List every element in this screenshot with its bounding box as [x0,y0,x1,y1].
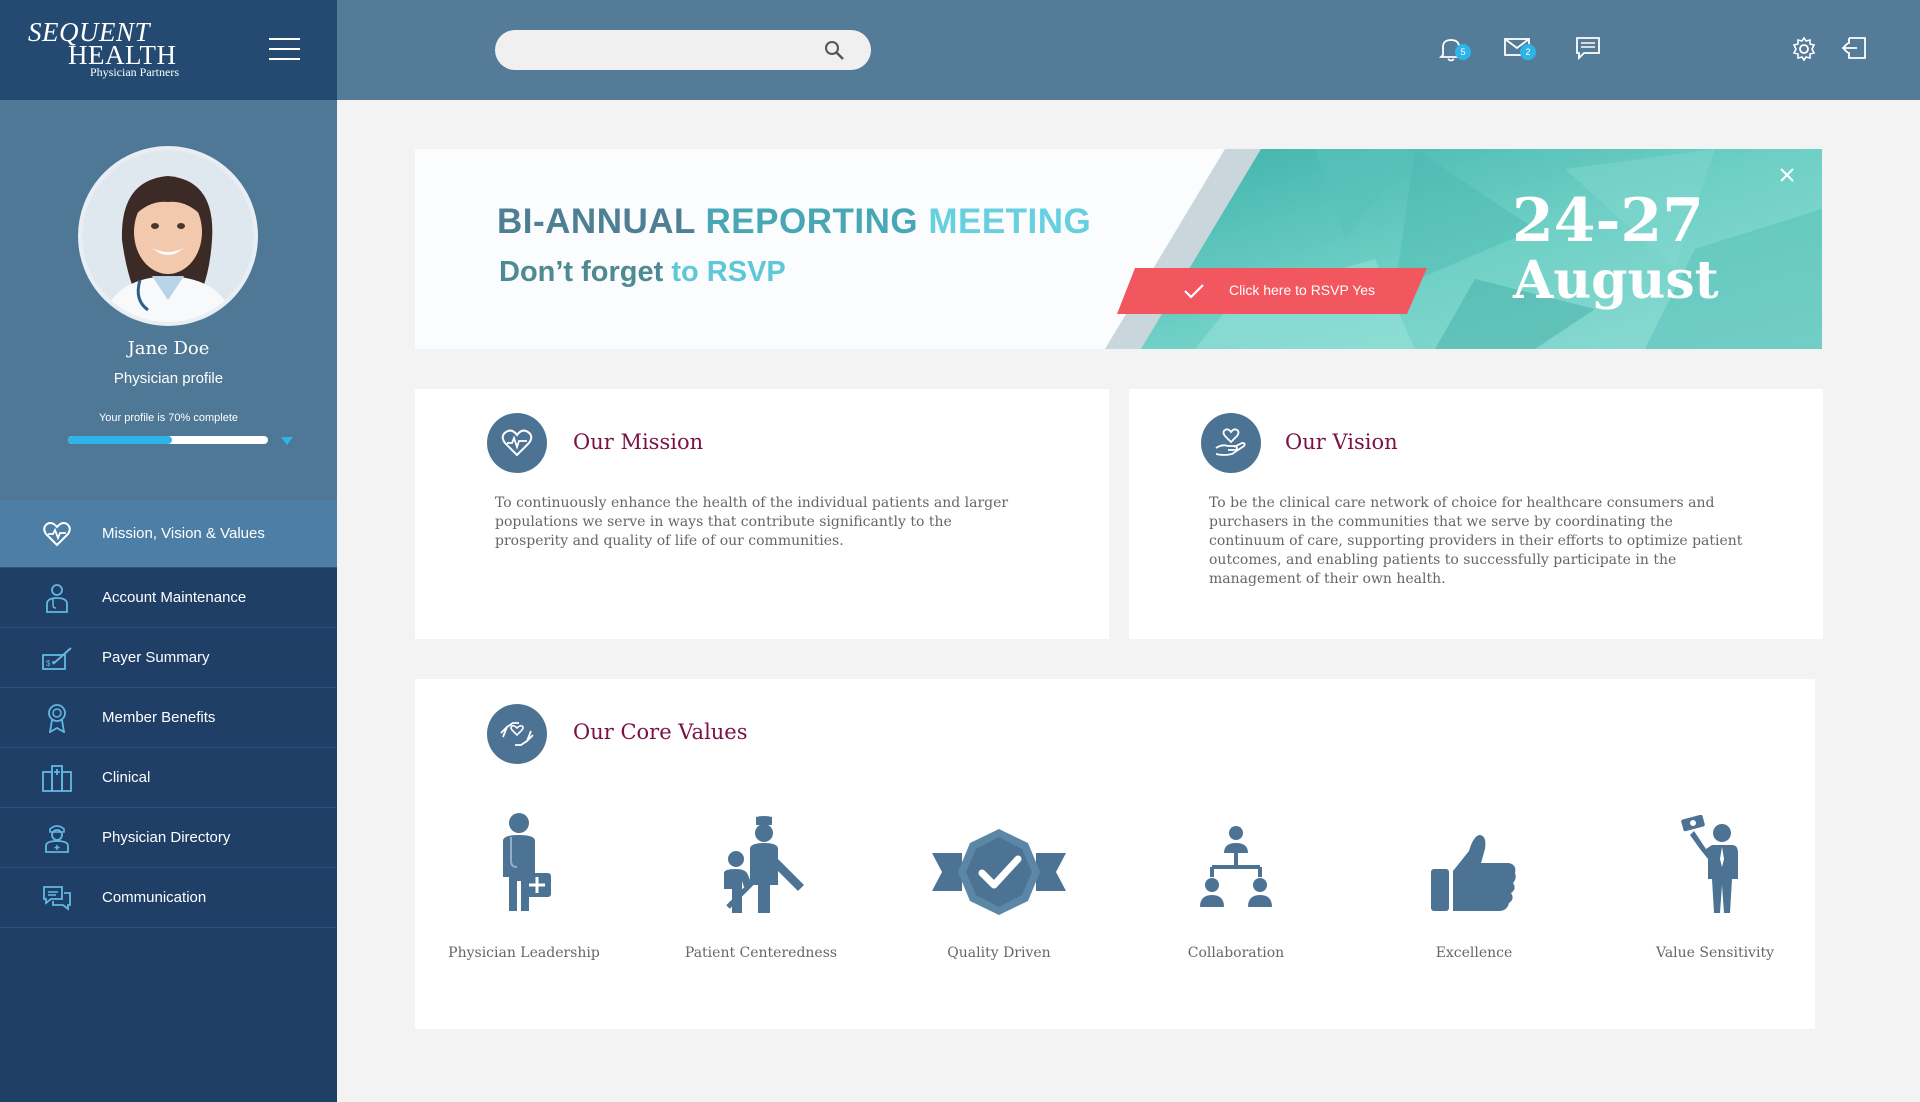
close-icon[interactable] [1777,165,1797,185]
logo-line2: HEALTH [68,40,177,70]
logo[interactable]: SEQUENT HEALTH Physician Partners [28,19,179,79]
sidebar-item-label: Physician Directory [102,829,231,846]
banner-date-month: August [1513,250,1719,311]
vision-title: Our Vision [1285,430,1398,454]
core-value-label: Patient Centeredness [684,945,838,961]
message-icon[interactable] [1575,36,1603,64]
notifications-badge: 5 [1455,44,1471,60]
sidebar-item-member-benefits[interactable]: Member Benefits [0,688,337,748]
core-value-label: Excellence [1435,945,1513,961]
banner-title-part1: BI-ANNUAL [497,202,706,241]
profile-panel: Jane Doe Physician profile Your profile … [0,100,337,500]
search-input[interactable] [495,30,871,70]
mission-card: Our Mission To continuously enhance the … [415,389,1109,639]
sidebar: SEQUENT HEALTH Physician Partners Jane D… [0,0,337,1102]
sidebar-item-label: Mission, Vision & Values [102,525,265,542]
vision-text: To be the clinical care network of choic… [1209,495,1743,587]
sidebar-item-label: Communication [102,889,207,906]
hand-heart-icon [1201,413,1261,473]
businessman-money-icon [1681,815,1738,913]
sidebar-item-clinical[interactable]: Clinical [0,748,337,808]
vision-card: Our Vision To be the clinical care netwo… [1129,389,1823,639]
handshake-heart-icon [487,704,547,764]
core-value-excellence: Excellence [1374,805,1574,961]
svg-text:$: $ [46,659,51,668]
sidebar-item-label: Account Maintenance [102,589,247,606]
checkmark-icon [1184,284,1204,299]
mail-badge: 2 [1520,44,1536,60]
banner-subtitle-part2: to RSVP [671,256,786,288]
mission-title: Our Mission [573,430,704,454]
sidebar-item-label: Member Benefits [102,709,216,726]
sidebar-item-account[interactable]: Account Maintenance [0,568,337,628]
doctor-icon [40,581,74,615]
bell-icon[interactable]: 5 [1438,36,1471,64]
thumbs-up-icon [1431,835,1516,911]
banner-title-part2: REPORTING [705,202,929,241]
logout-icon[interactable] [1841,36,1869,64]
search-icon[interactable] [824,40,846,62]
core-value-value-sensitivity: Value Sensitivity [1615,805,1815,961]
hospital-icon [40,761,74,795]
heart-pulse-icon [487,413,547,473]
core-value-label: Value Sensitivity [1656,945,1774,961]
banner-subtitle: Don’t forget to RSVP [499,256,786,289]
brand-header: SEQUENT HEALTH Physician Partners [0,0,337,100]
rsvp-button[interactable]: Click here to RSVP Yes [1117,268,1427,314]
profile-name: Jane Doe [127,338,210,359]
banner-title-part3: MEETING [928,202,1092,241]
logo-tagline: Physician Partners [90,65,179,79]
gear-icon[interactable] [1791,36,1819,64]
avatar[interactable] [78,146,258,326]
profile-progress-bar [68,436,268,444]
core-value-patient-centeredness: Patient Centeredness [661,805,861,961]
chevron-down-icon[interactable] [281,437,293,445]
core-values-card: Our Core Values [415,679,1815,1029]
core-value-label: Collaboration [1187,945,1285,961]
mail-icon[interactable]: 2 [1504,36,1536,64]
core-value-physician-leadership: Physician Leadership [424,805,624,961]
award-icon [40,701,74,735]
patient-care-icon [724,816,804,913]
sidebar-item-label: Payer Summary [102,649,210,666]
top-bar: 5 2 [337,0,1920,100]
org-chart-icon [1200,826,1272,907]
profile-completion-text: Your profile is 70% complete [98,412,238,424]
profile-progress-fill [68,436,172,444]
sidebar-item-payer-summary[interactable]: $ Payer Summary [0,628,337,688]
sidebar-item-label: Clinical [102,769,151,786]
sidebar-item-mission[interactable]: Mission, Vision & Values [0,500,337,568]
sidebar-item-physician-directory[interactable]: Physician Directory [0,808,337,868]
nurse-icon [40,821,74,855]
mission-text: To continuously enhance the health of th… [495,495,1009,549]
menu-toggle-icon[interactable] [269,38,300,60]
profile-role-link[interactable]: Physician profile [0,370,337,387]
banner-subtitle-part1: Don’t forget [499,256,672,288]
core-values-title: Our Core Values [573,720,748,744]
chat-icon [40,881,74,915]
rsvp-label: Click here to RSVP Yes [1229,282,1376,298]
core-value-label: Quality Driven [947,945,1051,961]
heart-pulse-icon [40,517,74,551]
payment-icon: $ [40,641,74,675]
core-value-collaboration: Collaboration [1136,805,1336,961]
physician-icon [503,813,551,911]
core-value-quality-driven: Quality Driven [899,805,1099,961]
banner-date-range: 24-27 [1512,186,1704,256]
sidebar-item-communication[interactable]: Communication [0,868,337,928]
core-value-label: Physician Leadership [448,945,600,961]
banner-title: BI-ANNUAL REPORTING MEETING [497,202,1091,242]
quality-badge-icon [932,829,1066,915]
meeting-banner: BI-ANNUAL REPORTING MEETING Don’t forget… [415,149,1822,349]
sidebar-nav: Mission, Vision & Values Account Mainten… [0,500,337,928]
